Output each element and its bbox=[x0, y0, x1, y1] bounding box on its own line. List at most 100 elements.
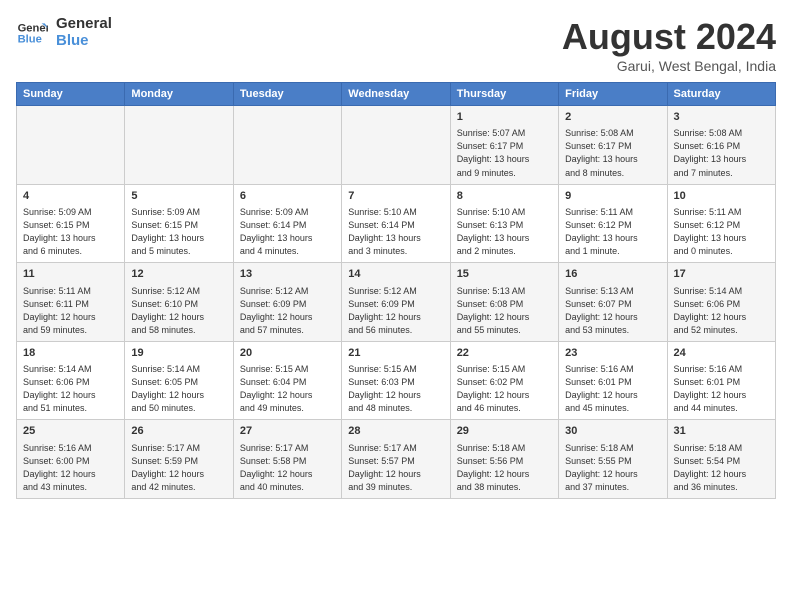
cell-info-line: Daylight: 13 hours bbox=[674, 154, 747, 164]
cell-info: Sunrise: 5:18 AMSunset: 5:56 PMDaylight:… bbox=[457, 442, 552, 494]
cell-info-line: Daylight: 12 hours bbox=[131, 390, 204, 400]
col-header-thursday: Thursday bbox=[450, 83, 558, 106]
cell-info-line: Sunset: 6:17 PM bbox=[457, 141, 524, 151]
day-number: 17 bbox=[674, 267, 769, 282]
cell-info-line: and 2 minutes. bbox=[457, 246, 516, 256]
cell-info-line: and 37 minutes. bbox=[565, 482, 629, 492]
cell-info-line: Sunset: 6:11 PM bbox=[23, 299, 89, 309]
calendar-cell: 17Sunrise: 5:14 AMSunset: 6:06 PMDayligh… bbox=[667, 263, 775, 342]
cell-info-line: and 38 minutes. bbox=[457, 482, 521, 492]
logo-icon: General Blue bbox=[16, 17, 48, 49]
cell-info-line: Sunrise: 5:11 AM bbox=[23, 286, 91, 296]
cell-info: Sunrise: 5:18 AM Sunset: 5:55 PM Daylight:… bbox=[565, 442, 660, 494]
cell-info-line: and 46 minutes. bbox=[457, 403, 521, 413]
cell-info-line: Sunrise: 5:15 AM bbox=[240, 364, 309, 374]
cell-info-line: Daylight: 13 hours bbox=[457, 233, 530, 243]
day-number: 10 bbox=[674, 189, 769, 204]
cell-info-line: Daylight: 12 hours bbox=[240, 469, 313, 479]
cell-info-line: and 1 minute. bbox=[565, 246, 620, 256]
cell-info-line: Sunrise: 5:15 AM bbox=[348, 364, 417, 374]
cell-info-line: Daylight: 13 hours bbox=[23, 233, 96, 243]
cell-info-line: Daylight: 12 hours bbox=[565, 469, 638, 479]
cell-info-line: Sunrise: 5:15 AM bbox=[457, 364, 526, 374]
cell-info-line: Sunrise: 5:12 AM bbox=[131, 286, 200, 296]
cell-info: Sunrise: 5:14 AMSunset: 6:06 PMDaylight:… bbox=[674, 285, 769, 337]
calendar-cell: 6Sunrise: 5:09 AMSunset: 6:14 PMDaylight… bbox=[233, 184, 341, 263]
day-number: 6 bbox=[240, 189, 335, 204]
cell-info: Sunrise: 5:15 AMSunset: 6:03 PMDaylight:… bbox=[348, 363, 443, 415]
cell-info-line: and 53 minutes. bbox=[565, 325, 629, 335]
day-number: 31 bbox=[674, 424, 769, 439]
cell-info-line: Daylight: 12 hours bbox=[131, 312, 204, 322]
logo: General Blue General Blue bbox=[16, 16, 112, 49]
cell-info-line: Daylight: 12 hours bbox=[457, 390, 530, 400]
cell-info-line: Sunset: 6:01 PM bbox=[565, 377, 632, 387]
day-number: 18 bbox=[23, 346, 118, 361]
cell-info: Sunrise: 5:13 AMSunset: 6:07 PMDaylight:… bbox=[565, 285, 660, 337]
cell-info-line: Sunrise: 5:14 AM bbox=[131, 364, 200, 374]
page-header: General Blue General Blue August 2024 Ga… bbox=[16, 16, 776, 74]
cell-info-line: Sunset: 6:13 PM bbox=[457, 220, 524, 230]
cell-info-line: Daylight: 13 hours bbox=[348, 233, 421, 243]
day-number: 22 bbox=[457, 346, 552, 361]
cell-info-line: Sunset: 5:55 PM bbox=[565, 456, 632, 466]
cell-info-line: Sunrise: 5:08 AM bbox=[565, 128, 634, 138]
cell-info: Sunrise: 5:17 AMSunset: 5:57 PMDaylight:… bbox=[348, 442, 443, 494]
col-header-sunday: Sunday bbox=[17, 83, 125, 106]
cell-info-line: and 55 minutes. bbox=[457, 325, 521, 335]
cell-info: Sunrise: 5:12 AM Sunset: 6:10 PM Daylight:… bbox=[131, 285, 226, 337]
cell-info-line: Sunrise: 5:08 AM bbox=[674, 128, 743, 138]
cell-info-line: Daylight: 12 hours bbox=[240, 390, 313, 400]
cell-info-line: Sunrise: 5:13 AM bbox=[565, 286, 634, 296]
calendar-cell: 15Sunrise: 5:13 AMSunset: 6:08 PMDayligh… bbox=[450, 263, 558, 342]
cell-info-line: Sunset: 6:06 PM bbox=[674, 299, 741, 309]
calendar-cell: 31Sunrise: 5:18 AMSunset: 5:54 PMDayligh… bbox=[667, 420, 775, 499]
day-number: 8 bbox=[457, 189, 552, 204]
cell-info-line: Sunset: 6:00 PM bbox=[23, 456, 90, 466]
cell-info-line: Sunrise: 5:17 AM bbox=[131, 443, 200, 453]
cell-info-line: Daylight: 13 hours bbox=[674, 233, 747, 243]
cell-info-line: Sunrise: 5:10 AM bbox=[457, 207, 526, 217]
cell-info-line: Sunset: 5:56 PM bbox=[457, 456, 524, 466]
day-number: 14 bbox=[348, 267, 443, 282]
day-number: 21 bbox=[348, 346, 443, 361]
calendar-cell: 1Sunrise: 5:07 AMSunset: 6:17 PMDaylight… bbox=[450, 106, 558, 185]
calendar-cell: 12 Sunrise: 5:12 AM Sunset: 6:10 PM Dayligh… bbox=[125, 263, 233, 342]
cell-info: Sunrise: 5:14 AMSunset: 6:06 PMDaylight:… bbox=[23, 363, 118, 415]
calendar-cell: 24Sunrise: 5:16 AMSunset: 6:01 PMDayligh… bbox=[667, 341, 775, 420]
cell-info-line: Daylight: 12 hours bbox=[674, 469, 747, 479]
cell-info-line: Sunrise: 5:14 AM bbox=[674, 286, 743, 296]
cell-info-line: Daylight: 12 hours bbox=[565, 312, 638, 322]
cell-info-line: Daylight: 13 hours bbox=[131, 233, 204, 243]
day-number: 12 bbox=[131, 267, 226, 282]
cell-info: Sunrise: 5:11 AMSunset: 6:11 PMDaylight:… bbox=[23, 285, 118, 337]
calendar-cell bbox=[342, 106, 450, 185]
cell-info-line: Sunset: 6:10 PM bbox=[131, 299, 198, 309]
cell-info-line: Sunset: 6:14 PM bbox=[348, 220, 415, 230]
cell-info-line: Sunrise: 5:09 AM bbox=[23, 207, 92, 217]
cell-info-line: and 0 minutes. bbox=[674, 246, 733, 256]
calendar-cell bbox=[125, 106, 233, 185]
calendar-cell: 27Sunrise: 5:17 AMSunset: 5:58 PMDayligh… bbox=[233, 420, 341, 499]
calendar-cell: 7Sunrise: 5:10 AMSunset: 6:14 PMDaylight… bbox=[342, 184, 450, 263]
day-number: 11 bbox=[23, 267, 118, 282]
col-header-tuesday: Tuesday bbox=[233, 83, 341, 106]
cell-info-line: Sunrise: 5:12 AM bbox=[240, 286, 309, 296]
cell-info-line: and 42 minutes. bbox=[131, 482, 195, 492]
col-header-monday: Monday bbox=[125, 83, 233, 106]
cell-info-line: and 5 minutes. bbox=[131, 246, 190, 256]
title-block: August 2024 Garui, West Bengal, India bbox=[562, 16, 776, 74]
cell-info-line: Daylight: 13 hours bbox=[457, 154, 530, 164]
calendar-table: SundayMondayTuesdayWednesdayThursdayFrid… bbox=[16, 82, 776, 499]
cell-info-line: Sunrise: 5:16 AM bbox=[674, 364, 743, 374]
cell-info-line: Sunrise: 5:18 AM bbox=[565, 443, 634, 453]
cell-info-line: Sunset: 5:58 PM bbox=[240, 456, 307, 466]
day-number: 29 bbox=[457, 424, 552, 439]
cell-info-line: Sunrise: 5:18 AM bbox=[674, 443, 743, 453]
calendar-cell: 5Sunrise: 5:09 AMSunset: 6:15 PMDaylight… bbox=[125, 184, 233, 263]
cell-info-line: Sunset: 5:59 PM bbox=[131, 456, 198, 466]
cell-info-line: Daylight: 13 hours bbox=[565, 154, 638, 164]
cell-info-line: and 56 minutes. bbox=[348, 325, 412, 335]
cell-info: Sunrise: 5:09 AMSunset: 6:15 PMDaylight:… bbox=[23, 206, 118, 258]
cell-info-line: Daylight: 12 hours bbox=[23, 469, 96, 479]
